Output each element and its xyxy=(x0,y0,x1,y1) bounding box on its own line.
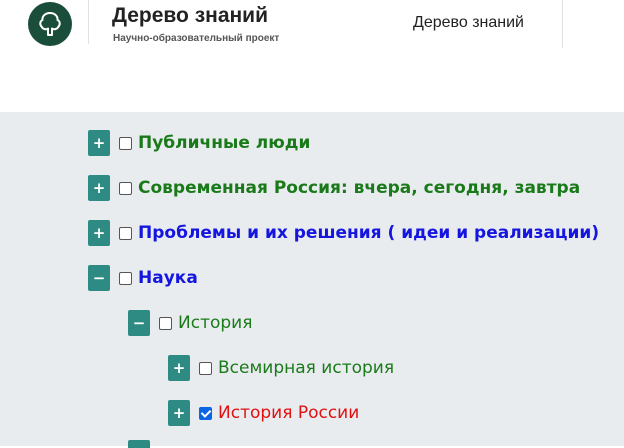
site-subtitle: Научно-образовательный проект xyxy=(113,33,280,44)
tree-node-label[interactable]: Публичные люди xyxy=(138,133,310,153)
expand-button[interactable]: + xyxy=(88,175,110,201)
site-logo[interactable] xyxy=(28,2,72,46)
node-checkbox[interactable] xyxy=(119,226,132,240)
tree-node-label[interactable]: Всемирная история xyxy=(218,358,394,378)
node-checkbox[interactable] xyxy=(159,316,172,330)
tree-node: − Наука xyxy=(88,265,198,291)
tree-toggle-button[interactable] xyxy=(128,440,150,448)
tree-node-label[interactable]: Современная Россия: вчера, сегодня, завт… xyxy=(138,178,580,198)
tree-node: − История xyxy=(128,310,252,336)
knowledge-tree-panel: + Публичные люди + Современная Россия: вчер… xyxy=(0,112,624,448)
brand-divider xyxy=(88,0,89,44)
tree-node: + Всемирная история xyxy=(168,355,394,381)
tree-node-label[interactable]: Проблемы и их решения ( идеи и реализаци… xyxy=(138,223,599,243)
node-checkbox[interactable] xyxy=(199,361,212,375)
site-header: Дерево знаний Научно-образовательный про… xyxy=(0,0,624,112)
expand-button[interactable]: + xyxy=(88,220,110,246)
tree-node-label[interactable]: История xyxy=(178,313,252,333)
tree-icon xyxy=(39,12,61,36)
site-title[interactable]: Дерево знаний xyxy=(112,4,268,28)
nav-divider xyxy=(562,0,563,48)
collapse-button[interactable]: − xyxy=(128,310,150,336)
expand-button[interactable]: + xyxy=(88,130,110,156)
expand-button[interactable]: + xyxy=(168,355,190,381)
tree-node: + Современная Россия: вчера, сегодня, зав… xyxy=(88,175,580,201)
expand-button[interactable]: + xyxy=(168,400,190,426)
tree-node: + Публичные люди xyxy=(88,130,310,156)
node-checkbox[interactable] xyxy=(119,136,132,150)
tree-node-label[interactable]: История России xyxy=(218,403,359,423)
node-checkbox[interactable] xyxy=(119,181,132,195)
nav-link-knowledge-tree[interactable]: Дерево знаний xyxy=(413,14,524,32)
collapse-button[interactable]: − xyxy=(88,265,110,291)
node-checkbox[interactable] xyxy=(199,406,212,420)
tree-node-label[interactable]: Наука xyxy=(138,268,198,288)
node-checkbox[interactable] xyxy=(119,271,132,285)
tree-node: + Проблемы и их решения ( идеи и реализац… xyxy=(88,220,599,246)
tree-node: + История России xyxy=(168,400,359,426)
